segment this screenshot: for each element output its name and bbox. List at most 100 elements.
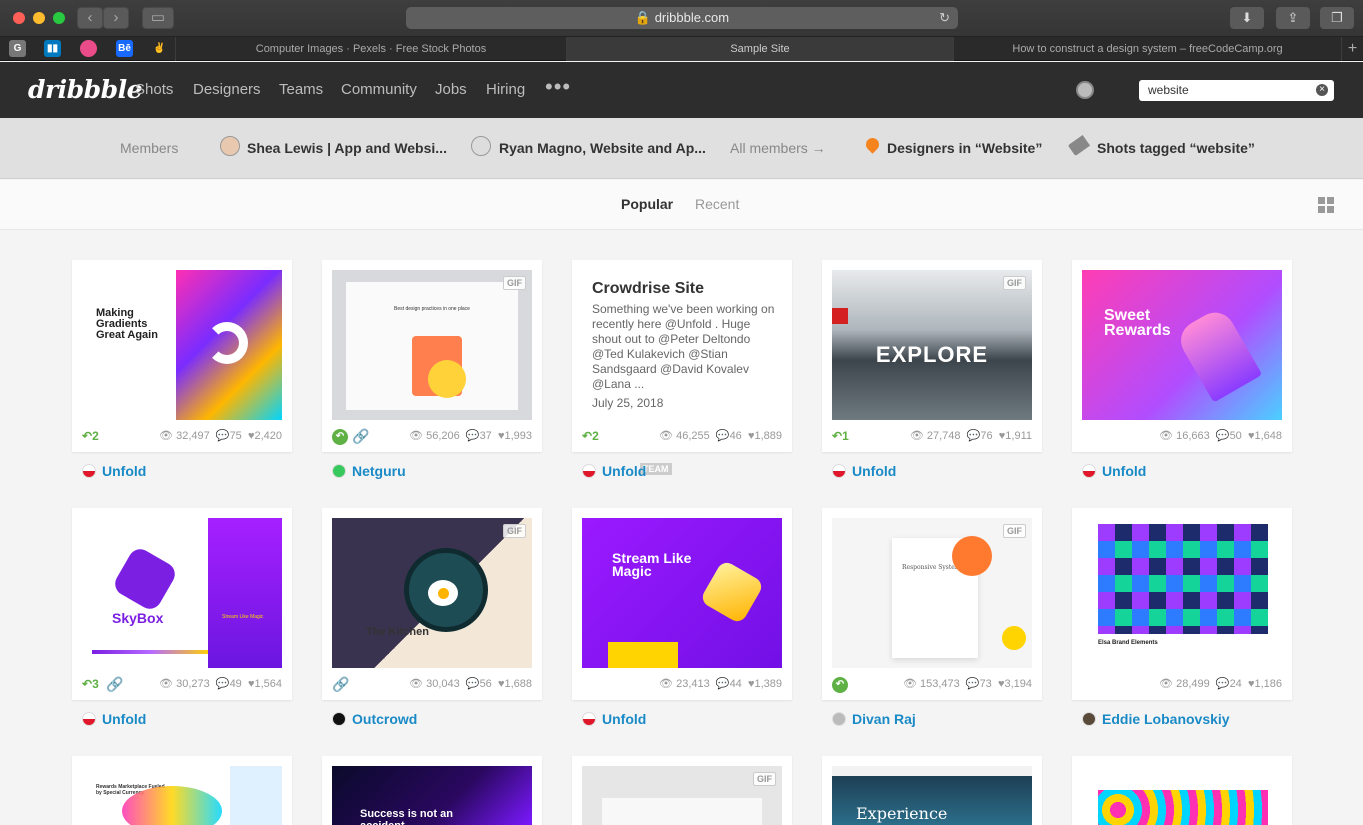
shot-stats: 🔗 👁 30,043 💬56 ♥1,688 xyxy=(332,676,532,693)
shot-card[interactable]: Best design practices in one place GIF ↶… xyxy=(322,260,542,452)
reload-icon[interactable]: ↻ xyxy=(939,7,950,29)
grid-view-icon[interactable] xyxy=(1318,197,1334,213)
shot-card[interactable]: Stream Like Magic 👁 23,413 💬44 ♥1,389 xyxy=(572,508,792,700)
nav-teams[interactable]: Teams xyxy=(279,81,323,98)
shot-card[interactable]: Sweet Rewards 👁 16,663 💬50 ♥1,648 xyxy=(1072,260,1292,452)
bookmark-dribbble[interactable] xyxy=(80,40,97,57)
tab-recent[interactable]: Recent xyxy=(695,196,739,212)
shot-thumbnail[interactable]: Stream Like Magic xyxy=(582,518,782,668)
shot-thumbnail[interactable]: Making Gradients Great Again xyxy=(82,270,282,420)
shot-card[interactable]: Experience xyxy=(822,756,1042,825)
nav-community[interactable]: Community xyxy=(341,81,417,98)
shot-thumbnail[interactable]: Best design practices in one place GIF xyxy=(332,270,532,420)
downloads-button[interactable]: ⬇ xyxy=(1230,7,1264,29)
g-logo-art xyxy=(206,322,248,364)
link-icon[interactable]: 🔗 xyxy=(106,676,123,693)
shot-thumbnail[interactable]: Experience xyxy=(832,766,1032,825)
author-avatar xyxy=(1082,464,1096,478)
tab-pexels[interactable]: Computer Images · Pexels · Free Stock Ph… xyxy=(175,37,566,61)
shot-thumbnail[interactable]: SkyBox Stream Like Magic xyxy=(82,518,282,668)
shot-card[interactable] xyxy=(1072,756,1292,825)
link-icon[interactable]: 🔗 xyxy=(332,676,349,693)
nav-hiring[interactable]: Hiring xyxy=(486,81,525,98)
more-menu-icon[interactable]: ••• xyxy=(545,74,571,100)
shot-card[interactable]: Crowdrise Site Something we've been work… xyxy=(572,260,792,452)
rebound-count[interactable]: ↶2 xyxy=(82,429,99,443)
author-name[interactable]: Netguru xyxy=(352,463,406,479)
rebound-count[interactable]: ↶2 xyxy=(582,429,599,443)
rebound-count[interactable]: ↶1 xyxy=(832,429,849,443)
shot-thumbnail[interactable]: The Kitchen GIF xyxy=(332,518,532,668)
share-button[interactable]: ⇪ xyxy=(1276,7,1310,29)
shot-card[interactable]: The Kitchen GIF 🔗 👁 30,043 💬56 ♥1,688 xyxy=(322,508,542,700)
search-input[interactable]: website × xyxy=(1139,80,1334,101)
gif-badge: GIF xyxy=(1003,524,1026,538)
rebound-count[interactable]: ↶3 xyxy=(82,677,99,691)
shot-author[interactable]: Unfold TEAM xyxy=(582,461,672,481)
shot-thumbnail[interactable]: Sweet Rewards xyxy=(1082,270,1282,420)
author-name[interactable]: Unfold xyxy=(102,463,146,479)
shot-card[interactable]: EXPLORE GIF ↶1 👁 27,748 💬76 ♥1,911 xyxy=(822,260,1042,452)
shot-card[interactable]: GIF xyxy=(572,756,792,825)
shot-thumbnail[interactable]: Responsive System GIF xyxy=(832,518,1032,668)
close-window-button[interactable] xyxy=(13,12,25,24)
shot-thumbnail[interactable]: EXPLORE GIF xyxy=(832,270,1032,420)
comment-icon: 💬 xyxy=(465,678,480,690)
bookmark-google[interactable]: G xyxy=(9,40,26,57)
new-tab-button[interactable]: + xyxy=(1341,37,1363,61)
clear-search-icon[interactable]: × xyxy=(1316,84,1328,96)
member-avatar[interactable] xyxy=(471,136,491,156)
rebound-icon[interactable]: ↶ xyxy=(332,429,348,445)
shot-card[interactable]: Rewards Marketplace Fueled by Special Cu… xyxy=(72,756,292,825)
shots-tagged-website-link[interactable]: Shots tagged “website” xyxy=(1097,140,1255,156)
bookmark-peace-icon[interactable]: ✌ xyxy=(151,40,168,57)
shot-thumbnail[interactable]: Success is not an accident xyxy=(332,766,532,825)
shot-card[interactable]: Responsive System GIF ↶ 👁 153,473 💬73 ♥3… xyxy=(822,508,1042,700)
shot-card[interactable]: Making Gradients Great Again ↶2 👁 32,497… xyxy=(72,260,292,452)
nav-shots[interactable]: Shots xyxy=(135,81,173,98)
shot-thumbnail[interactable]: GIF xyxy=(582,766,782,825)
link-icon[interactable]: 🔗 xyxy=(352,428,369,445)
show-tabs-button[interactable]: ❐ xyxy=(1320,7,1354,29)
rebound-icon[interactable]: ↶ xyxy=(832,677,848,693)
author-name[interactable]: Unfold xyxy=(852,463,896,479)
tab-freecodecamp[interactable]: How to construct a design system – freeC… xyxy=(953,37,1341,61)
shot-thumbnail[interactable] xyxy=(1082,766,1282,825)
author-name[interactable]: Outcrowd xyxy=(352,711,417,727)
forward-button[interactable]: › xyxy=(103,7,129,29)
shot-card[interactable]: Elsa Brand Elements 👁 28,499 💬24 ♥1,186 xyxy=(1072,508,1292,700)
shot-text-preview[interactable]: Crowdrise Site Something we've been work… xyxy=(582,270,782,420)
address-bar[interactable]: 🔒 dribbble.com ↻ xyxy=(406,7,958,29)
shot-card[interactable]: SkyBox Stream Like Magic ↶3 🔗 👁 30,273 💬… xyxy=(72,508,292,700)
eye-icon: 👁 xyxy=(1159,430,1174,442)
author-name[interactable]: Eddie Lobanovskiy xyxy=(1102,711,1230,727)
rebounds-value: 1 xyxy=(842,429,849,443)
orange-circle-art xyxy=(952,536,992,576)
back-button[interactable]: ‹ xyxy=(77,7,103,29)
tab-popular[interactable]: Popular xyxy=(621,196,673,212)
sidebar-toggle-icon[interactable]: ▭ xyxy=(142,7,174,29)
dribbble-logo[interactable]: dribbble xyxy=(28,75,143,104)
nav-designers[interactable]: Designers xyxy=(193,81,261,98)
tab-sample-site[interactable]: Sample Site xyxy=(566,37,953,61)
user-avatar[interactable] xyxy=(1076,81,1094,99)
author-name[interactable]: Unfold xyxy=(1102,463,1146,479)
author-name[interactable]: Unfold xyxy=(102,711,146,727)
author-name[interactable]: Unfold xyxy=(602,463,646,479)
shot-thumbnail[interactable]: Elsa Brand Elements xyxy=(1082,518,1282,668)
bookmark-trello[interactable]: ▮▮ xyxy=(44,40,61,57)
author-name[interactable]: Unfold xyxy=(602,711,646,727)
zoom-window-button[interactable] xyxy=(53,12,65,24)
author-name[interactable]: Divan Raj xyxy=(852,711,916,727)
designers-in-website-link[interactable]: Designers in “Website” xyxy=(887,140,1042,156)
comments-value: 49 xyxy=(229,678,242,690)
all-members-link[interactable]: All members → xyxy=(730,140,826,156)
shot-thumbnail[interactable]: Rewards Marketplace Fueled by Special Cu… xyxy=(82,766,282,825)
nav-jobs[interactable]: Jobs xyxy=(435,81,467,98)
member-shea-lewis[interactable]: Shea Lewis | App and Websi... xyxy=(247,140,447,156)
member-avatar[interactable] xyxy=(220,136,240,156)
shot-card[interactable]: Success is not an accident xyxy=(322,756,542,825)
minimize-window-button[interactable] xyxy=(33,12,45,24)
member-ryan-magno[interactable]: Ryan Magno, Website and Ap... xyxy=(499,140,706,156)
bookmark-behance[interactable]: Bē xyxy=(116,40,133,57)
